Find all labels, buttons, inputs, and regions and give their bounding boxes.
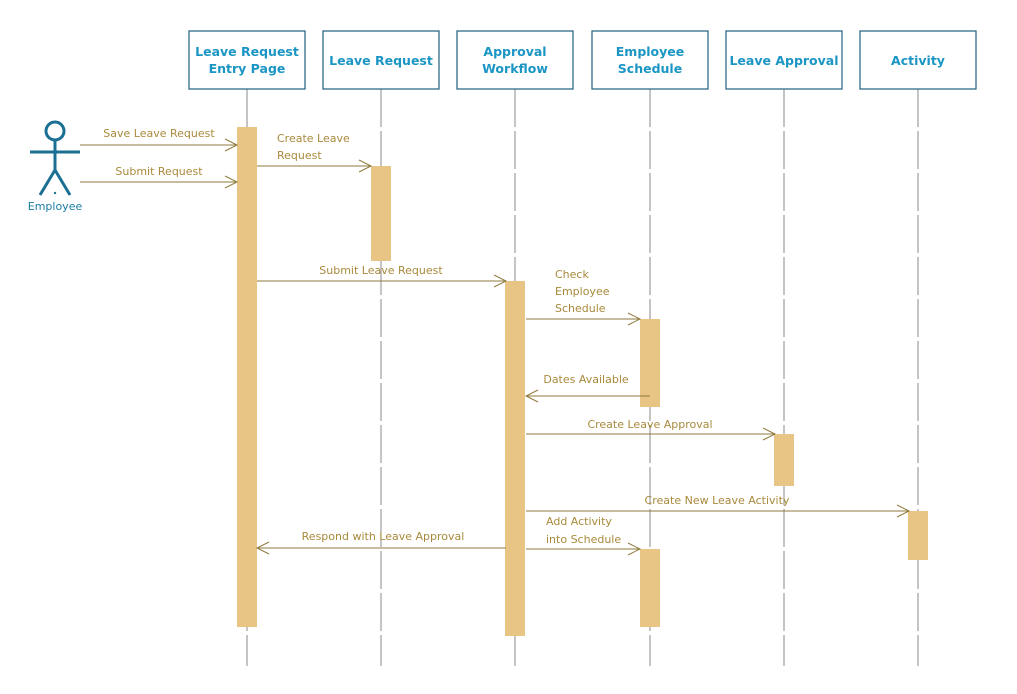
actor-legs — [38, 167, 72, 196]
lifeline-title: Leave Request — [329, 53, 433, 68]
message-label: Submit Leave Request — [319, 264, 443, 277]
activation-bar — [774, 434, 794, 486]
lifeline-title: Leave Approval — [729, 53, 838, 68]
activation-bar — [908, 511, 928, 560]
message-label: Submit Request — [115, 165, 203, 178]
message-label-line: Respond with Leave Approval — [302, 530, 465, 543]
message-label-line: Check — [555, 268, 589, 281]
activation-bar — [640, 549, 660, 627]
activation-bar — [237, 127, 257, 627]
lifeline-title-line: Entry Page — [209, 61, 286, 76]
message-label: Save Leave Request — [103, 127, 215, 140]
message-label: Check Employee Schedule — [555, 268, 610, 315]
message-label-line: Create New Leave Activity — [645, 494, 790, 507]
lifeline-title-line: Leave Request — [329, 53, 433, 68]
message-label-line: Save Leave Request — [103, 127, 215, 140]
sequence-diagram: Leave Request Entry Page Leave Request Appr… — [28, 30, 977, 666]
message-label: Dates Available — [543, 373, 629, 386]
message-label: Add Activity into Schedule — [546, 515, 621, 546]
lifeline-title-line: Schedule — [618, 61, 682, 76]
message-label: Respond with Leave Approval — [302, 530, 465, 543]
message-label-line: Add Activity — [546, 515, 612, 528]
lifeline-header-box — [456, 30, 574, 90]
message-label-line: Submit Leave Request — [319, 264, 443, 277]
lifeline-title: Activity — [891, 53, 945, 68]
activation-bar — [505, 281, 525, 636]
activation-bar — [371, 166, 391, 261]
lifeline-header-box — [188, 30, 306, 90]
stick-figure-actor-icon — [30, 120, 80, 196]
message-label-line: Create Leave Approval — [587, 418, 712, 431]
activation-bar — [640, 319, 660, 407]
message-label-line: Request — [277, 149, 322, 162]
message-label: Create Leave Request — [277, 132, 350, 162]
lifeline-title-line: Leave Approval — [729, 53, 838, 68]
message-label-line: Create Leave — [277, 132, 350, 145]
message-label-line: Employee — [555, 285, 610, 298]
lifeline-header-box — [591, 30, 709, 90]
message-label-line: into Schedule — [546, 533, 621, 546]
message-label: Create New Leave Activity — [645, 494, 790, 507]
message-label: Create Leave Approval — [587, 418, 712, 431]
lifeline-title-line: Approval — [483, 44, 546, 59]
lifeline-title-line: Leave Request — [195, 44, 299, 59]
actor-head — [44, 120, 66, 142]
message-label-line: Dates Available — [543, 373, 629, 386]
lifeline-title-line: Employee — [616, 44, 685, 59]
lifeline-title-line: Activity — [891, 53, 945, 68]
actor-dot — [53, 191, 57, 195]
message-label-line: Schedule — [555, 302, 606, 315]
message-label-line: Submit Request — [115, 165, 203, 178]
lifeline-title-line: Workflow — [482, 61, 548, 76]
actor-label: Employee — [28, 200, 83, 213]
